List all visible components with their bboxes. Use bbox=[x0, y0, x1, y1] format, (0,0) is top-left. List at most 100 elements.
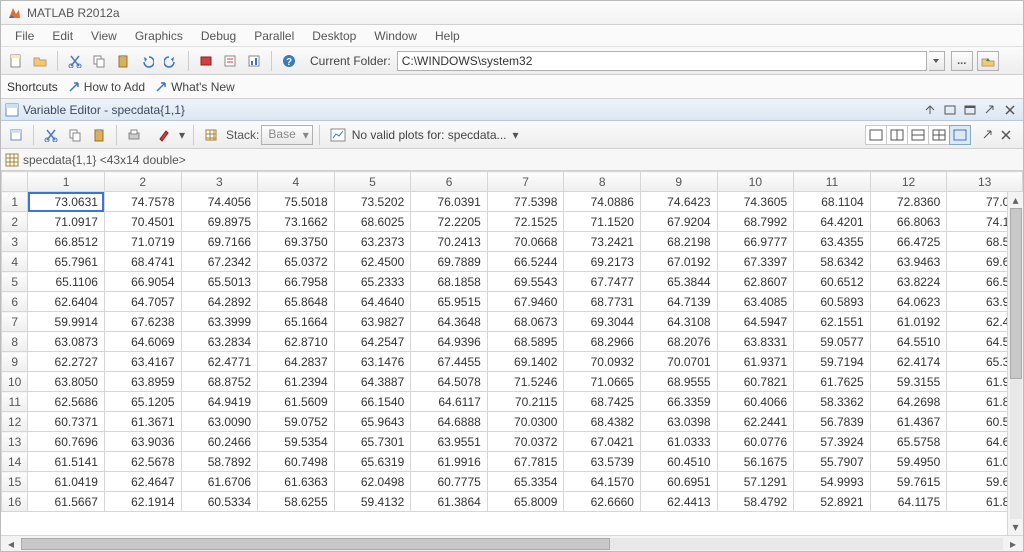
grid-cell[interactable]: 68.1858 bbox=[411, 272, 488, 292]
folder-up-icon[interactable] bbox=[977, 51, 999, 71]
grid-cell[interactable]: 70.0668 bbox=[487, 232, 564, 252]
grid-cell[interactable]: 70.4501 bbox=[104, 212, 181, 232]
grid-cell[interactable]: 68.8752 bbox=[181, 372, 258, 392]
paste-icon[interactable] bbox=[88, 124, 110, 146]
data-grid[interactable]: 12345678910111213173.063174.757874.40567… bbox=[1, 171, 1023, 512]
grid-cell[interactable]: 65.5758 bbox=[870, 432, 947, 452]
grid-cell[interactable]: 63.9551 bbox=[411, 432, 488, 452]
grid-cell[interactable]: 66.7958 bbox=[258, 272, 335, 292]
grid-cell[interactable]: 69.7889 bbox=[411, 252, 488, 272]
grid-cell[interactable]: 61.3864 bbox=[411, 492, 488, 512]
grid-cell[interactable]: 62.2441 bbox=[717, 412, 794, 432]
grid-cell[interactable]: 71.0917 bbox=[28, 212, 105, 232]
row-header[interactable]: 4 bbox=[2, 252, 28, 272]
row-header[interactable]: 11 bbox=[2, 392, 28, 412]
grid-cell[interactable]: 64.2892 bbox=[181, 292, 258, 312]
grid-cell[interactable]: 73.5202 bbox=[334, 192, 411, 212]
grid-cell[interactable]: 67.9460 bbox=[487, 292, 564, 312]
grid-cell[interactable]: 65.9515 bbox=[411, 292, 488, 312]
grid-cell[interactable]: 68.9555 bbox=[640, 372, 717, 392]
guide-icon[interactable] bbox=[219, 50, 241, 72]
vertical-scrollbar[interactable]: ▴ ▾ bbox=[1007, 192, 1023, 535]
grid-cell[interactable]: 64.5078 bbox=[411, 372, 488, 392]
menu-window[interactable]: Window bbox=[366, 27, 425, 45]
print-icon[interactable] bbox=[123, 124, 145, 146]
grid-cell[interactable]: 64.2547 bbox=[334, 332, 411, 352]
grid-cell[interactable]: 59.7615 bbox=[870, 472, 947, 492]
grid-cell[interactable]: 65.8009 bbox=[487, 492, 564, 512]
grid-cell[interactable]: 64.5947 bbox=[717, 312, 794, 332]
grid-cell[interactable]: 62.6404 bbox=[28, 292, 105, 312]
grid-cell[interactable]: 63.8050 bbox=[28, 372, 105, 392]
row-header[interactable]: 12 bbox=[2, 412, 28, 432]
grid-corner[interactable] bbox=[2, 172, 28, 192]
grid-cell[interactable]: 65.1664 bbox=[258, 312, 335, 332]
grid-cell[interactable]: 63.9827 bbox=[334, 312, 411, 332]
menu-view[interactable]: View bbox=[83, 27, 125, 45]
grid-cell[interactable]: 68.7425 bbox=[564, 392, 641, 412]
grid-cell[interactable]: 69.8975 bbox=[181, 212, 258, 232]
copy-icon[interactable] bbox=[88, 50, 110, 72]
scroll-up-icon[interactable]: ▴ bbox=[1012, 192, 1018, 208]
grid-cell[interactable]: 66.1540 bbox=[334, 392, 411, 412]
menu-debug[interactable]: Debug bbox=[193, 27, 244, 45]
menu-desktop[interactable]: Desktop bbox=[304, 27, 364, 45]
grid-cell[interactable]: 65.5013 bbox=[181, 272, 258, 292]
grid-cell[interactable]: 60.6951 bbox=[640, 472, 717, 492]
grid-cell[interactable]: 70.0701 bbox=[640, 352, 717, 372]
grid-cell[interactable]: 62.2727 bbox=[28, 352, 105, 372]
col-header[interactable]: 12 bbox=[870, 172, 947, 192]
grid-cell[interactable]: 67.3397 bbox=[717, 252, 794, 272]
grid-cell[interactable]: 59.7194 bbox=[794, 352, 871, 372]
grid-cell[interactable]: 64.6888 bbox=[411, 412, 488, 432]
col-header[interactable]: 3 bbox=[181, 172, 258, 192]
grid-cell[interactable]: 77.5398 bbox=[487, 192, 564, 212]
grid-cell[interactable]: 66.8512 bbox=[28, 232, 105, 252]
grid-cell[interactable]: 63.2834 bbox=[181, 332, 258, 352]
profiler-icon[interactable] bbox=[243, 50, 265, 72]
grid-cell[interactable]: 64.6117 bbox=[411, 392, 488, 412]
grid-cell[interactable]: 66.9777 bbox=[717, 232, 794, 252]
menu-parallel[interactable]: Parallel bbox=[246, 27, 302, 45]
menu-help[interactable]: Help bbox=[427, 27, 468, 45]
grid-cell[interactable]: 62.1551 bbox=[794, 312, 871, 332]
grid-cell[interactable]: 71.5246 bbox=[487, 372, 564, 392]
grid-cell[interactable]: 68.2198 bbox=[640, 232, 717, 252]
grid-cell[interactable]: 62.6660 bbox=[564, 492, 641, 512]
menu-edit[interactable]: Edit bbox=[44, 27, 81, 45]
brush-icon[interactable] bbox=[153, 124, 175, 146]
grid-cell[interactable]: 70.0932 bbox=[564, 352, 641, 372]
grid-cell[interactable]: 65.2333 bbox=[334, 272, 411, 292]
scroll-thumb[interactable] bbox=[21, 538, 610, 550]
grid-cell[interactable]: 70.2115 bbox=[487, 392, 564, 412]
grid-cell[interactable]: 68.5895 bbox=[487, 332, 564, 352]
close-icon[interactable] bbox=[997, 127, 1015, 143]
layout-2col-icon[interactable] bbox=[886, 125, 908, 145]
stack-select[interactable]: Base▾ bbox=[261, 125, 312, 145]
grid-cell[interactable]: 64.0623 bbox=[870, 292, 947, 312]
grid-cell[interactable]: 67.0192 bbox=[640, 252, 717, 272]
grid-cell[interactable]: 69.7166 bbox=[181, 232, 258, 252]
grid-cell[interactable]: 64.5510 bbox=[870, 332, 947, 352]
row-header[interactable]: 2 bbox=[2, 212, 28, 232]
grid-cell[interactable]: 64.1570 bbox=[564, 472, 641, 492]
grid-cell[interactable]: 61.5667 bbox=[28, 492, 105, 512]
grid-cell[interactable]: 63.0398 bbox=[640, 412, 717, 432]
grid-cell[interactable]: 63.1476 bbox=[334, 352, 411, 372]
undock-icon[interactable] bbox=[979, 127, 997, 143]
row-header[interactable]: 14 bbox=[2, 452, 28, 472]
copy-icon[interactable] bbox=[64, 124, 86, 146]
grid-cell[interactable]: 68.4741 bbox=[104, 252, 181, 272]
grid-cell[interactable]: 62.4500 bbox=[334, 252, 411, 272]
row-header[interactable]: 10 bbox=[2, 372, 28, 392]
row-header[interactable]: 13 bbox=[2, 432, 28, 452]
row-header[interactable]: 9 bbox=[2, 352, 28, 372]
cut-icon[interactable] bbox=[40, 124, 62, 146]
grid-cell[interactable]: 68.2076 bbox=[640, 332, 717, 352]
grid-cell[interactable]: 59.0577 bbox=[794, 332, 871, 352]
grid-cell[interactable]: 63.8959 bbox=[104, 372, 181, 392]
grid-cell[interactable]: 68.6025 bbox=[334, 212, 411, 232]
grid-cell[interactable]: 70.0372 bbox=[487, 432, 564, 452]
grid-cell[interactable]: 59.0752 bbox=[258, 412, 335, 432]
grid-cell[interactable]: 60.7498 bbox=[258, 452, 335, 472]
